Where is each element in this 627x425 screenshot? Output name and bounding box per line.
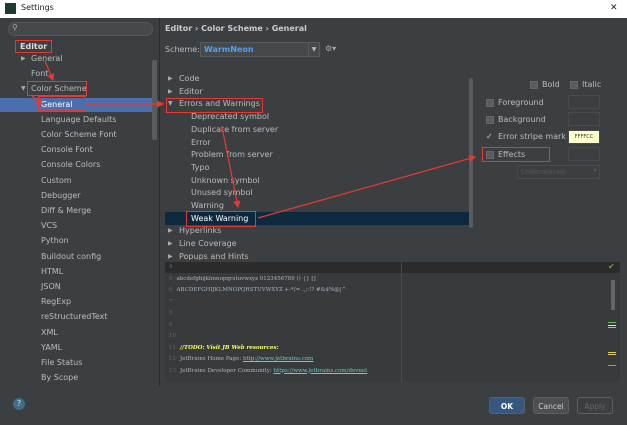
annotation-arrows [31, 60, 477, 219]
